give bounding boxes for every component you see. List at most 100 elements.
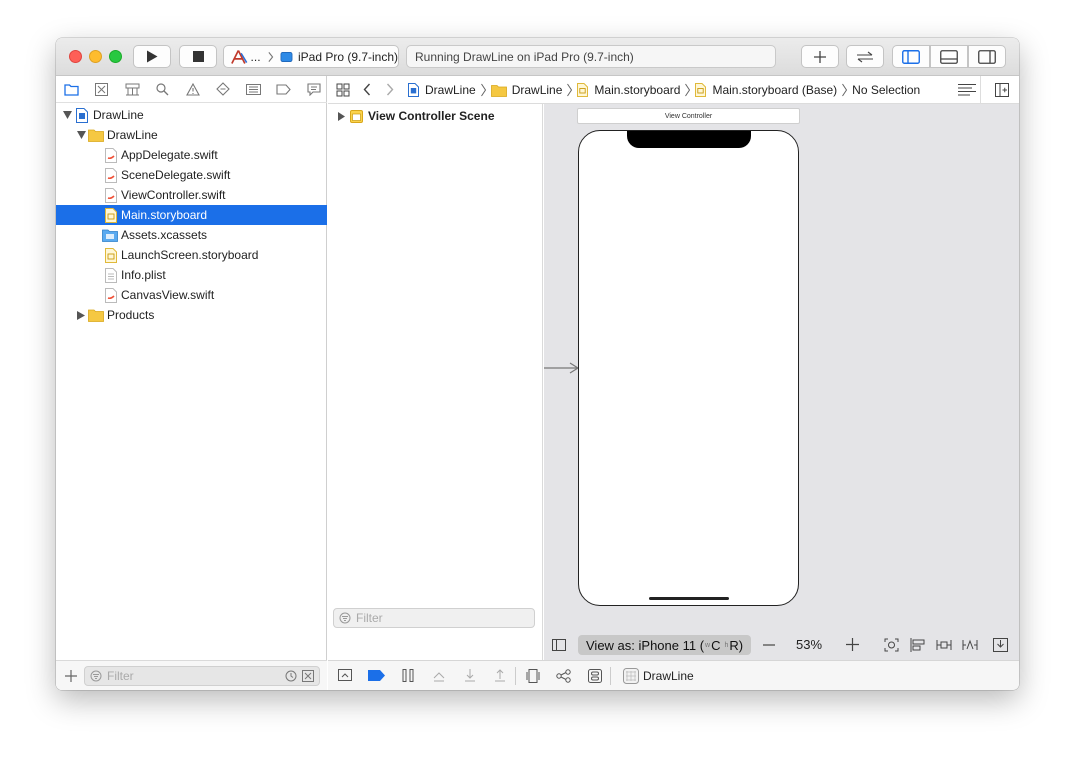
- tree-item-file[interactable]: CanvasView.swift: [56, 285, 327, 305]
- tree-item-label: DrawLine: [93, 108, 144, 122]
- toggle-outline-button[interactable]: [552, 639, 566, 654]
- speech-bubble-icon: [307, 82, 321, 96]
- embed-in-button[interactable]: [993, 638, 1008, 655]
- project-navigator-tab[interactable]: [64, 82, 79, 97]
- tree-item-label: Assets.xcassets: [121, 228, 208, 242]
- align-button[interactable]: [910, 638, 925, 655]
- toggle-navigator-button[interactable]: [892, 45, 930, 68]
- debug-navigator-tab[interactable]: [245, 82, 261, 97]
- tree-item-label: DrawLine: [107, 128, 158, 142]
- disclosure-closed-icon[interactable]: [336, 111, 346, 121]
- breakpoints-toggle-button[interactable]: [368, 670, 385, 681]
- update-frames-button[interactable]: [884, 638, 899, 655]
- tree-item-file-selected[interactable]: Main.storyboard: [56, 205, 327, 225]
- run-button[interactable]: [133, 45, 171, 68]
- zoom-level: 53%: [796, 637, 823, 652]
- outline-scene-item[interactable]: View Controller Scene: [328, 106, 542, 126]
- breadcrumb-separator-icon: [842, 83, 848, 97]
- debug-memory-graph-button[interactable]: [556, 669, 572, 683]
- breadcrumb-item-storyboard-base[interactable]: Main.storyboard (Base): [695, 83, 837, 97]
- tree-item-file[interactable]: Info.plist: [56, 265, 327, 285]
- step-out-button[interactable]: [494, 669, 506, 682]
- forward-button[interactable]: [386, 83, 394, 99]
- chevron-right-icon: [386, 83, 394, 96]
- toggle-inspector-button[interactable]: [968, 45, 1006, 68]
- disclosure-open-icon[interactable]: [76, 130, 86, 140]
- tree-item-folder[interactable]: DrawLine: [56, 125, 327, 145]
- breadcrumb-item-selection[interactable]: No Selection: [852, 83, 920, 97]
- find-navigator-tab[interactable]: [155, 82, 170, 97]
- step-over-button[interactable]: [432, 669, 446, 682]
- test-navigator-tab[interactable]: [215, 82, 230, 97]
- step-into-button[interactable]: [464, 669, 476, 682]
- tree-item-file[interactable]: Assets.xcassets: [56, 225, 327, 245]
- tree-item-file[interactable]: SceneDelegate.swift: [56, 165, 327, 185]
- back-button[interactable]: [363, 83, 371, 99]
- toolbar: ... iPad Pro (9.7-inch) Running DrawLine…: [56, 38, 1019, 76]
- editor-options-button[interactable]: [958, 83, 976, 100]
- tree-item-file[interactable]: LaunchScreen.storyboard: [56, 245, 327, 265]
- tree-item-file[interactable]: AppDelegate.swift: [56, 145, 327, 165]
- embed-icon: [993, 638, 1008, 652]
- toggle-debug-area-button[interactable]: [930, 45, 968, 68]
- hide-debug-area-button[interactable]: [338, 669, 352, 681]
- chevron-right-icon: [267, 51, 273, 62]
- pause-button[interactable]: [402, 669, 414, 682]
- view-controller-frame[interactable]: [578, 130, 799, 606]
- memory-graph-icon: [556, 669, 571, 683]
- swap-arrows-icon: [857, 51, 873, 62]
- scene-title-bar[interactable]: View Controller: [577, 108, 800, 124]
- symbol-navigator-tab[interactable]: [125, 82, 140, 97]
- zoom-in-button[interactable]: [846, 638, 859, 654]
- swift-file-icon: [105, 187, 117, 203]
- file-tree: DrawLine DrawLine AppDelegate.swift Scen…: [56, 105, 327, 325]
- step-over-icon: [433, 672, 445, 682]
- add-editor-button[interactable]: [995, 83, 1009, 100]
- step-into-icon: [465, 669, 475, 682]
- plus-icon: [814, 50, 826, 63]
- outline-scene-label: View Controller Scene: [368, 109, 495, 123]
- tree-item-file[interactable]: ViewController.swift: [56, 185, 327, 205]
- report-navigator-tab[interactable]: [306, 82, 321, 97]
- breakpoint-navigator-tab[interactable]: [276, 82, 291, 97]
- step-out-icon: [495, 669, 505, 682]
- zoom-out-button[interactable]: [763, 639, 775, 654]
- debug-target-label[interactable]: DrawLine: [643, 669, 694, 683]
- filter-icon: [339, 612, 351, 624]
- minus-icon: [763, 644, 775, 646]
- scheme-selector[interactable]: ... iPad Pro (9.7-inch): [223, 45, 399, 68]
- zoom-window-button[interactable]: [109, 50, 122, 63]
- close-window-button[interactable]: [69, 50, 82, 63]
- environment-overrides-button[interactable]: [588, 669, 602, 683]
- swift-file-icon: [105, 287, 117, 303]
- code-review-button[interactable]: [846, 45, 884, 68]
- scm-filter-icon[interactable]: [302, 670, 314, 682]
- debug-bar-divider: [515, 667, 516, 685]
- debug-view-hierarchy-button[interactable]: [526, 669, 540, 683]
- tree-item-project[interactable]: DrawLine: [56, 105, 327, 125]
- view-as-device-button[interactable]: View as: iPhone 11 ( wwCC hhRR ): [578, 635, 752, 655]
- related-items-button[interactable]: [336, 83, 350, 100]
- tree-item-label: AppDelegate.swift: [121, 148, 218, 162]
- breadcrumb-item-folder[interactable]: DrawLine: [490, 83, 562, 97]
- disclosure-open-icon[interactable]: [62, 110, 72, 120]
- update-frames-icon: [884, 638, 899, 652]
- add-constraints-button[interactable]: [936, 638, 952, 655]
- breadcrumb-item-storyboard[interactable]: Main.storyboard: [577, 83, 680, 97]
- minimize-window-button[interactable]: [89, 50, 102, 63]
- navigator-filter-field[interactable]: Filter: [84, 666, 320, 686]
- project-file-icon: [408, 83, 419, 97]
- breadcrumb-item-project[interactable]: DrawLine: [408, 83, 476, 97]
- search-icon: [156, 82, 169, 95]
- stop-button[interactable]: [179, 45, 217, 68]
- resolve-auto-layout-button[interactable]: [962, 638, 978, 655]
- library-button[interactable]: [801, 45, 839, 68]
- disclosure-closed-icon[interactable]: [76, 310, 86, 320]
- outline-filter-field[interactable]: Filter: [333, 608, 535, 628]
- add-file-button[interactable]: [64, 669, 78, 683]
- tree-item-folder[interactable]: Products: [56, 305, 327, 325]
- issue-navigator-tab[interactable]: [185, 82, 200, 97]
- source-control-tab[interactable]: [94, 82, 109, 97]
- storyboard-canvas[interactable]: View Controller: [544, 104, 1019, 660]
- recent-files-icon[interactable]: [285, 670, 297, 682]
